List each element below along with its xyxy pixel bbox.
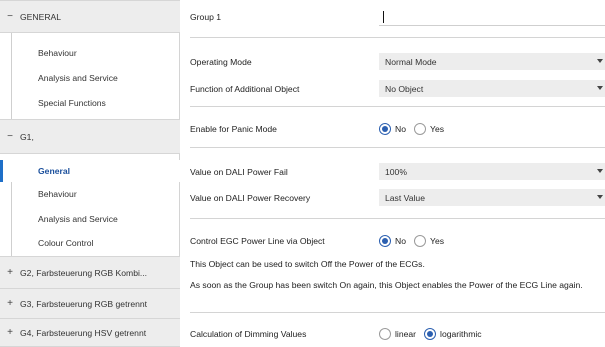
divider — [190, 106, 605, 107]
sidebar-item-label: Behaviour — [38, 48, 77, 58]
radio-label: logarithmic — [440, 329, 482, 339]
sidebar-item-label: General — [38, 166, 71, 176]
dimming-label: Calculation of Dimming Values — [190, 329, 307, 339]
additional-object-label: Function of Additional Object — [190, 83, 300, 94]
divider — [190, 147, 605, 148]
sidebar-group-label: GENERAL — [20, 11, 62, 22]
sidebar-group-g1[interactable]: − G1, — [0, 119, 180, 154]
sidebar-item-special-functions[interactable]: Special Functions — [0, 95, 180, 111]
collapse-icon[interactable]: − — [0, 11, 20, 22]
parameter-panel: Group 1 Operating Mode Normal Mode Funct… — [180, 0, 605, 347]
chevron-down-icon — [597, 169, 603, 173]
sidebar-group-g3[interactable]: + G3, Farbsteuerung RGB getrennt — [0, 288, 180, 319]
chevron-down-icon — [597, 59, 603, 63]
sidebar-group-g4[interactable]: + G4, Farbsteuerung HSV getrennt — [0, 318, 180, 347]
radio-label: No — [395, 236, 406, 246]
operating-mode-label: Operating Mode — [190, 56, 252, 67]
radio-label: linear — [395, 329, 417, 339]
chevron-down-icon — [597, 86, 603, 90]
chevron-down-icon — [597, 195, 603, 199]
power-fail-select[interactable]: 100% — [379, 163, 605, 180]
dimming-logarithmic-radio[interactable] — [424, 328, 437, 340]
sidebar-item-label: Behaviour — [38, 189, 77, 199]
panic-mode-yes-radio[interactable] — [414, 123, 426, 135]
power-recovery-value: Last Value — [385, 192, 425, 203]
sidebar-item-colour-control[interactable]: Colour Control — [0, 235, 180, 251]
divider — [190, 218, 605, 219]
sidebar-item-label: Analysis and Service — [38, 73, 118, 83]
panic-mode-label: Enable for Panic Mode — [190, 124, 277, 134]
group-name-label: Group 1 — [190, 12, 222, 22]
operating-mode-value: Normal Mode — [385, 56, 437, 67]
divider — [190, 312, 605, 313]
sidebar-group-label: G3, Farbsteuerung RGB getrennt — [20, 298, 148, 309]
sidebar-group-label: G4, Farbsteuerung HSV getrennt — [20, 327, 147, 338]
panic-mode-no-radio[interactable] — [379, 123, 391, 135]
sidebar-group-label: G2, Farbsteuerung RGB Kombi... — [20, 267, 148, 278]
sidebar-item-label: Analysis and Service — [38, 214, 118, 224]
power-fail-label: Value on DALI Power Fail — [190, 166, 288, 177]
sidebar-group-label: G1, — [20, 131, 34, 142]
radio-label: No — [395, 124, 406, 134]
additional-object-value: No Object — [385, 83, 424, 94]
power-recovery-label: Value on DALI Power Recovery — [190, 192, 311, 203]
divider — [190, 37, 605, 38]
panic-mode-radio-group: No Yes — [379, 123, 452, 135]
power-recovery-select[interactable]: Last Value — [379, 189, 605, 206]
dimming-linear-radio[interactable] — [379, 328, 391, 340]
group-name-input[interactable] — [379, 8, 605, 26]
radio-label: Yes — [430, 236, 445, 246]
sidebar-item-analysis-service[interactable]: Analysis and Service — [0, 70, 180, 86]
sidebar-item-behaviour[interactable]: Behaviour — [0, 186, 180, 202]
egc-power-no-radio[interactable] — [379, 235, 391, 247]
additional-object-select[interactable]: No Object — [379, 80, 605, 97]
dimming-radio-group: linear logarithmic — [379, 328, 490, 340]
sidebar-item-analysis-service[interactable]: Analysis and Service — [0, 211, 180, 227]
info-text-egc: This Object can be used to switch Off th… — [190, 259, 425, 269]
sidebar-item-general[interactable]: General — [0, 160, 180, 182]
collapse-icon[interactable]: − — [0, 131, 20, 142]
expand-icon[interactable]: + — [0, 327, 20, 338]
expand-icon[interactable]: + — [0, 298, 20, 309]
power-fail-value: 100% — [385, 166, 407, 177]
egc-power-radio-group: No Yes — [379, 235, 452, 247]
operating-mode-select[interactable]: Normal Mode — [379, 53, 605, 70]
info-text-egc-reenable: As soon as the Group has been switch On … — [190, 280, 583, 290]
radio-label: Yes — [430, 124, 445, 134]
sidebar-item-label: Special Functions — [38, 98, 106, 108]
sidebar-item-label: Colour Control — [38, 238, 94, 248]
egc-power-label: Control EGC Power Line via Object — [190, 236, 325, 246]
sidebar-nav: − GENERAL Behaviour Analysis and Service… — [0, 0, 180, 347]
sidebar-item-behaviour[interactable]: Behaviour — [0, 45, 180, 61]
sidebar-group-general[interactable]: − GENERAL — [0, 0, 180, 33]
expand-icon[interactable]: + — [0, 267, 20, 278]
text-cursor — [383, 11, 384, 23]
egc-power-yes-radio[interactable] — [414, 235, 426, 247]
sidebar-group-g2[interactable]: + G2, Farbsteuerung RGB Kombi... — [0, 256, 180, 289]
